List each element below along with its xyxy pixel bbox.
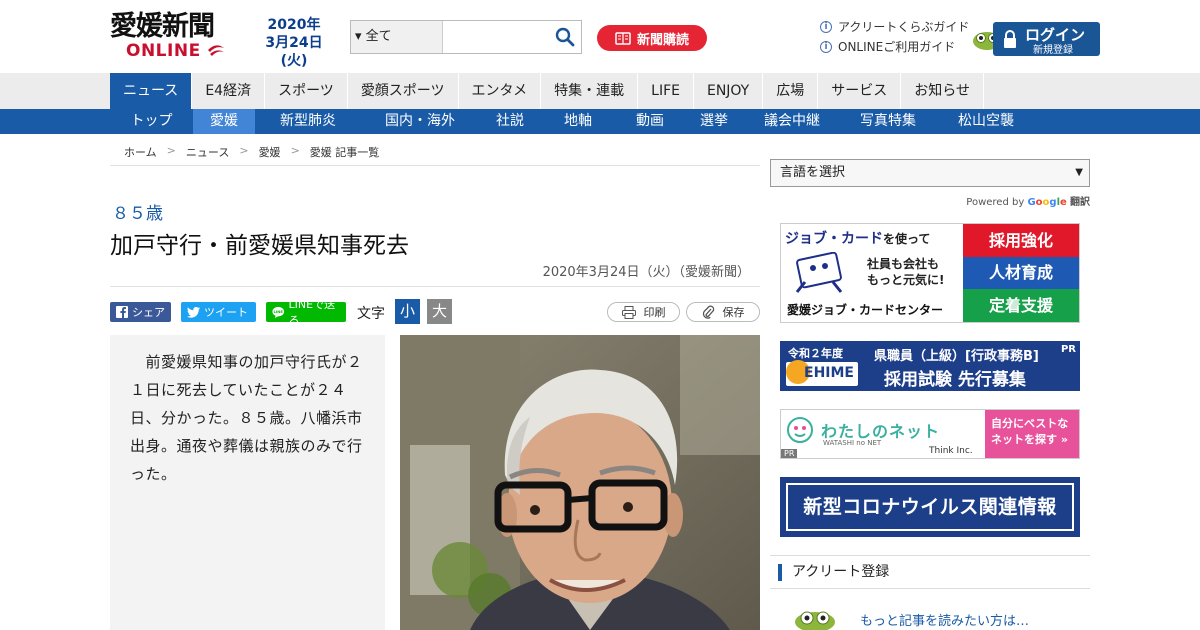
main-nav: ニュース E4経済 スポーツ 愛顔スポーツ エンタメ 特集・連載 LIFE EN…: [0, 73, 1200, 109]
line-share-button[interactable]: LINE LINEで送る: [266, 298, 346, 327]
facebook-icon: [116, 306, 128, 318]
today-date: 2020年 3月24日(火): [265, 17, 323, 69]
subnav-video[interactable]: 動画: [615, 109, 685, 134]
crumb-separator: >: [290, 144, 300, 157]
search-input[interactable]: [443, 21, 549, 53]
acrete-guide-link[interactable]: i アクリートくらぶガイド: [820, 17, 969, 37]
logo-swoosh-icon: [208, 45, 225, 56]
acrete-signup-heading: アクリート登録: [770, 555, 1090, 589]
subnav-election[interactable]: 選挙: [685, 109, 743, 134]
sub-nav: トップ 愛媛 新型肺炎 国内・海外 社説 地軸 動画 選挙 議会中継 写真特集 …: [0, 109, 1200, 134]
subscribe-button[interactable]: 新聞購読: [597, 25, 707, 51]
search-scope-select[interactable]: ▾ 全て: [351, 21, 443, 53]
crumb-current[interactable]: 愛媛 記事一覧: [310, 144, 380, 165]
nav-entame[interactable]: エンタメ: [459, 73, 542, 109]
nav-features[interactable]: 特集・連載: [541, 73, 639, 109]
save-button[interactable]: 保存: [686, 302, 760, 322]
facebook-share-button[interactable]: シェア: [110, 302, 171, 322]
article-byline: 2020年3月24日（火）（愛媛新聞）: [542, 265, 750, 280]
nav-news[interactable]: ニュース: [110, 73, 193, 109]
login-button[interactable]: ログイン 新規登録: [993, 22, 1100, 56]
line-icon: LINE: [272, 306, 285, 318]
subnav-matsuyama-raid[interactable]: 松山空襲: [935, 109, 1037, 134]
search-icon: [555, 27, 575, 47]
breadcrumb: ホーム > ニュース > 愛媛 > 愛媛 記事一覧: [110, 144, 760, 166]
google-translate-credit: Powered by Google 翻訳: [966, 197, 1090, 208]
article-body: 前愛媛県知事の加戸守行氏が２１日に死去していたことが２４日、分かった。８５歳。八…: [110, 335, 385, 630]
watashi-net-ad[interactable]: わたしのネット WATASHI no NET Think Inc. 自分にベスト…: [780, 409, 1080, 459]
font-small-button[interactable]: 小: [395, 299, 420, 324]
article-title: 加戸守行・前愛媛県知事死去: [110, 233, 409, 259]
chevron-down-icon: ▼: [1075, 167, 1083, 178]
subnav-domestic-intl[interactable]: 国内・海外: [361, 109, 479, 134]
article-kicker: ８５歳: [112, 204, 163, 224]
subnav-ehime[interactable]: 愛媛: [193, 109, 255, 134]
header-links: i アクリートくらぶガイド i ONLINEご利用ガイド: [820, 17, 969, 57]
nav-enjoy[interactable]: ENJOY: [694, 73, 764, 109]
subnav-pneumonia[interactable]: 新型肺炎: [255, 109, 361, 134]
prefecture-recruit-ad[interactable]: 令和２年度 EHIME 県職員（上級）[行政事務B] 採用試験 先行募集 PR: [780, 341, 1080, 391]
subnav-photos[interactable]: 写真特集: [841, 109, 935, 134]
logo-text: 愛媛新聞: [110, 11, 215, 42]
crumb-separator: >: [239, 144, 249, 157]
article-photo[interactable]: [400, 335, 760, 630]
divider: [110, 286, 760, 287]
paperclip-icon: [702, 305, 714, 319]
font-large-button[interactable]: 大: [427, 299, 452, 324]
nav-egao-sports[interactable]: 愛顔スポーツ: [348, 73, 459, 109]
print-button[interactable]: 印刷: [607, 302, 680, 322]
online-guide-link[interactable]: i ONLINEご利用ガイド: [820, 37, 969, 57]
nav-notices[interactable]: お知らせ: [901, 73, 984, 109]
info-icon: i: [820, 41, 832, 53]
subnav-top[interactable]: トップ: [110, 109, 193, 134]
read-more-link[interactable]: もっと記事を読みたい方は…: [860, 610, 1029, 629]
nav-service[interactable]: サービス: [818, 73, 902, 109]
nav-life[interactable]: LIFE: [638, 73, 694, 109]
job-card-ad[interactable]: ジョブ・カードを使って 社員も会社も もっと元気に! 愛媛ジョブ・カードセンター…: [780, 223, 1080, 323]
site-logo[interactable]: 愛媛新聞 ONLINE: [110, 12, 238, 62]
watashi-net-logo-icon: [787, 417, 813, 443]
crumb-separator: >: [166, 144, 176, 157]
corona-info-banner[interactable]: 新型コロナウイルス関連情報: [780, 477, 1080, 537]
mascot-icon: [795, 611, 835, 630]
twitter-icon: [187, 306, 200, 318]
subnav-editorial[interactable]: 社説: [479, 109, 541, 134]
crumb-news[interactable]: ニュース: [186, 144, 229, 165]
job-card-mascot-icon: [795, 252, 843, 293]
nav-hiroba[interactable]: 広場: [763, 73, 819, 109]
portrait-image: [400, 335, 760, 630]
site-header: 愛媛新聞 ONLINE 2020年 3月24日(火) ▾ 全て 新聞購読 i アク…: [0, 0, 1200, 73]
twitter-share-button[interactable]: ツイート: [181, 302, 256, 322]
nav-e4[interactable]: E4経済: [192, 73, 266, 109]
search-button[interactable]: [549, 21, 581, 53]
crumb-home[interactable]: ホーム: [124, 144, 157, 165]
logo-online: ONLINE: [126, 42, 238, 60]
subnav-assembly[interactable]: 議会中継: [743, 109, 841, 134]
crumb-ehime[interactable]: 愛媛: [259, 144, 281, 165]
lock-icon: [1004, 30, 1016, 48]
nav-sports[interactable]: スポーツ: [265, 73, 348, 109]
font-size-label: 文字: [357, 306, 385, 322]
svg-text:LINE: LINE: [274, 310, 284, 314]
printer-icon: [621, 305, 636, 319]
newspaper-icon: [615, 31, 631, 45]
search-form: ▾ 全て: [350, 20, 582, 54]
info-icon: i: [820, 21, 832, 33]
language-select[interactable]: 言語を選択 ▼: [770, 159, 1090, 187]
subnav-chijiku[interactable]: 地軸: [541, 109, 615, 134]
